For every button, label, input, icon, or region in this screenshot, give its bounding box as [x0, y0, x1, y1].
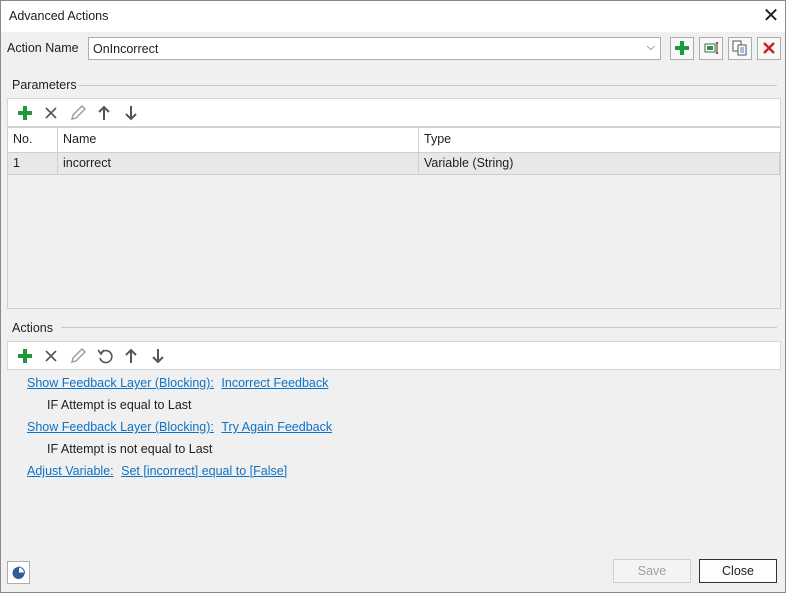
- list-item[interactable]: Show Feedback Layer (Blocking): Incorrec…: [27, 376, 328, 390]
- row-type-cell: Variable (String): [419, 153, 780, 174]
- column-header-name[interactable]: Name: [58, 128, 419, 152]
- duplicate-icon: [732, 40, 747, 56]
- action-target-link[interactable]: Try Again Feedback: [221, 420, 332, 434]
- add-icon[interactable]: [16, 104, 34, 122]
- delete-action-button[interactable]: [757, 37, 781, 60]
- action-condition: IF Attempt is not equal to Last: [47, 442, 213, 456]
- save-button[interactable]: Save: [613, 559, 691, 583]
- parameters-heading: Parameters: [12, 78, 77, 92]
- column-header-no[interactable]: No.: [8, 128, 58, 152]
- actions-heading: Actions: [12, 321, 53, 335]
- add-icon[interactable]: [16, 347, 34, 365]
- remove-icon[interactable]: [42, 347, 60, 365]
- title-bar: Advanced Actions ✕: [1, 1, 785, 32]
- move-down-icon[interactable]: [122, 104, 140, 122]
- duplicate-action-button[interactable]: [728, 37, 752, 60]
- action-target-link[interactable]: Set [incorrect] equal to [False]: [121, 464, 287, 478]
- parameters-toolbar: [7, 98, 781, 127]
- action-target-link[interactable]: Incorrect Feedback: [221, 376, 328, 390]
- table-row[interactable]: 1 incorrect Variable (String): [8, 153, 780, 175]
- remove-icon[interactable]: [42, 104, 60, 122]
- table-header: No. Name Type: [8, 128, 780, 153]
- move-up-icon[interactable]: [95, 104, 113, 122]
- action-name-dropdown[interactable]: OnIncorrect ⌵: [88, 37, 661, 60]
- action-type-link[interactable]: Show Feedback Layer (Blocking):: [27, 420, 214, 434]
- list-item[interactable]: Show Feedback Layer (Blocking): Try Agai…: [27, 420, 332, 434]
- plus-icon: [675, 41, 689, 55]
- move-down-icon[interactable]: [149, 347, 167, 365]
- actions-toolbar: [7, 341, 781, 370]
- action-condition: IF Attempt is equal to Last: [47, 398, 192, 412]
- action-name-value: OnIncorrect: [93, 42, 159, 56]
- options-button[interactable]: [7, 561, 30, 584]
- close-button[interactable]: Close: [699, 559, 777, 583]
- window-title: Advanced Actions: [9, 9, 109, 23]
- import-icon: [704, 42, 718, 54]
- import-action-button[interactable]: [699, 37, 723, 60]
- chevron-down-icon[interactable]: ⌵: [647, 41, 655, 54]
- action-type-link[interactable]: Adjust Variable:: [27, 464, 114, 478]
- edit-icon[interactable]: [69, 104, 87, 122]
- action-name-label: Action Name: [7, 41, 79, 55]
- move-up-icon[interactable]: [122, 347, 140, 365]
- undo-icon[interactable]: [96, 347, 114, 365]
- window-close-icon[interactable]: ✕: [757, 3, 785, 29]
- list-item[interactable]: Adjust Variable: Set [incorrect] equal t…: [27, 464, 287, 478]
- row-no-cell: 1: [8, 153, 58, 174]
- advanced-actions-dialog: Advanced Actions ✕ Action Name OnIncorre…: [0, 0, 786, 593]
- edit-icon[interactable]: [69, 347, 87, 365]
- row-name-cell: incorrect: [58, 153, 419, 174]
- parameters-table: No. Name Type 1 incorrect Variable (Stri…: [7, 127, 781, 309]
- column-header-type[interactable]: Type: [419, 128, 780, 152]
- parameters-divider: [79, 85, 777, 86]
- create-action-button[interactable]: [670, 37, 694, 60]
- action-type-link[interactable]: Show Feedback Layer (Blocking):: [27, 376, 214, 390]
- delete-icon: [763, 42, 775, 54]
- actions-divider: [61, 327, 777, 328]
- pie-chart-icon: [12, 566, 26, 579]
